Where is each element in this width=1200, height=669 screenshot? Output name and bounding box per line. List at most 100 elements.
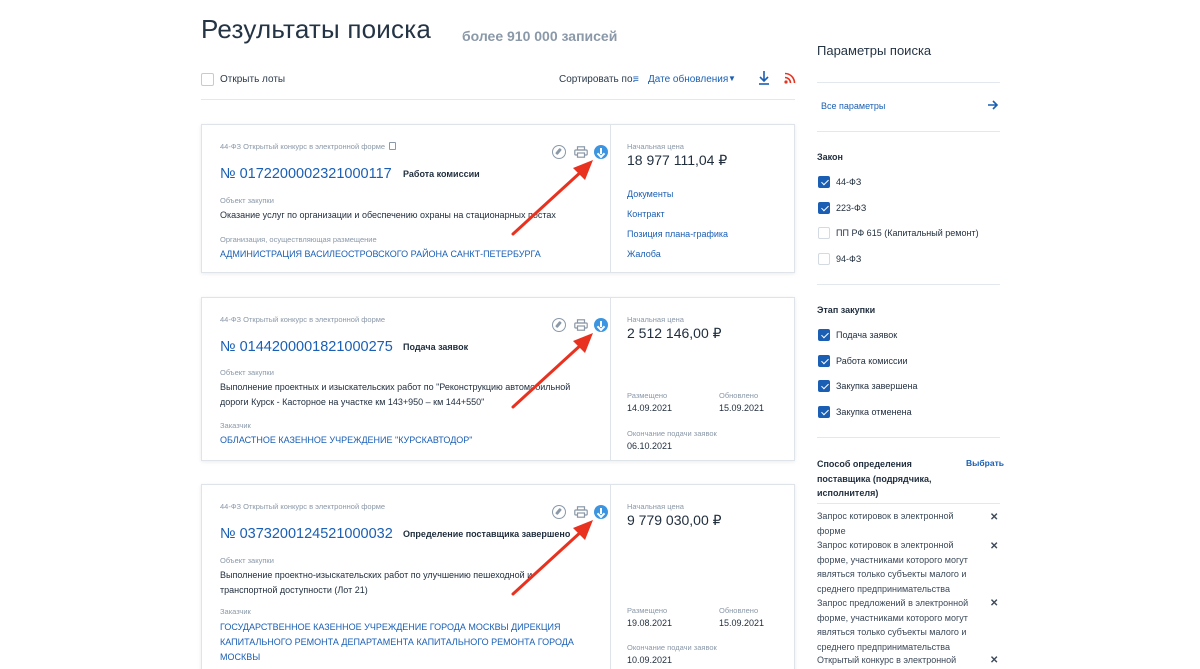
price-label: Начальная цена [627, 315, 684, 324]
results-header: Результаты поиска более 910 000 записей [201, 14, 795, 54]
rss-icon[interactable] [784, 72, 796, 84]
deadline-label: Окончание подачи заявок [627, 643, 717, 652]
print-icon[interactable] [574, 506, 588, 518]
card-law: 44-ФЗ Открытый конкурс в электронной фор… [220, 142, 397, 151]
purchase-object: Выполнение проектных и изыскательских ра… [220, 382, 571, 407]
card-law: 44-ФЗ Открытый конкурс в электронной фор… [220, 502, 386, 511]
open-lots-label[interactable]: Открыть лоты [220, 74, 285, 85]
contract-link[interactable]: Контракт [627, 209, 665, 219]
org-label: Заказчик [220, 607, 251, 616]
stage-commission-label[interactable]: Работа комиссии [836, 356, 908, 366]
law-223-checkbox[interactable] [818, 202, 830, 214]
purchase-number-link[interactable]: № 0172200002321000117 [220, 166, 392, 182]
law-94-label[interactable]: 94-ФЗ [836, 254, 861, 264]
result-card: 44-ФЗ Открытый конкурс в электронной фор… [201, 124, 795, 273]
deadline-label: Окончание подачи заявок [627, 429, 717, 438]
card-law: 44-ФЗ Открытый конкурс в электронной фор… [220, 315, 386, 324]
posted-label: Размещено [627, 606, 668, 615]
method-section-title: Способ определения поставщика (подрядчик… [817, 459, 932, 498]
selected-method: Запрос котировок в электронной форме [817, 511, 954, 536]
compass-icon[interactable] [552, 505, 566, 519]
purchase-object: Оказание услуг по организации и обеспече… [220, 210, 556, 220]
card-actions [552, 318, 610, 336]
initial-price: 9 779 030,00 ₽ [627, 512, 722, 528]
org-label: Организация, осуществляющая размещение [220, 235, 377, 244]
print-icon[interactable] [574, 146, 588, 158]
object-label: Объект закупки [220, 556, 274, 565]
chevron-down-icon[interactable]: ▼ [728, 74, 736, 83]
open-lots-checkbox[interactable] [201, 73, 214, 86]
org-link[interactable]: ОБЛАСТНОЕ КАЗЕННОЕ УЧРЕЖДЕНИЕ "КУРСКАВТО… [220, 433, 590, 448]
law-94-checkbox[interactable] [818, 253, 830, 265]
stage-completed-checkbox[interactable] [818, 380, 830, 392]
selected-method: Открытый конкурс в электронной [817, 655, 957, 665]
deadline-date: 10.09.2021 [627, 655, 673, 665]
price-label: Начальная цена [627, 142, 684, 151]
divider [817, 437, 1000, 438]
org-link[interactable]: ГОСУДАРСТВЕННОЕ КАЗЕННОЕ УЧРЕЖДЕНИЕ ГОРО… [220, 620, 585, 665]
purchase-number-link[interactable]: № 0373200124521000032 [220, 526, 393, 542]
stage-filing-label[interactable]: Подача заявок [836, 330, 897, 340]
selected-method: Запрос котировок в электронной форме, уч… [817, 540, 968, 594]
stage-completed-label[interactable]: Закупка завершена [836, 381, 918, 391]
purchase-object: Выполнение проектно-изыскательских работ… [220, 570, 533, 595]
compass-icon[interactable] [552, 318, 566, 332]
law-section-title: Закон [817, 152, 843, 162]
choose-method-link[interactable]: Выбрать [966, 458, 1004, 468]
divider [817, 131, 1000, 132]
stage-section-title: Этап закупки [817, 305, 876, 315]
object-label: Объект закупки [220, 368, 274, 377]
result-card: 44-ФЗ Открытый конкурс в электронной фор… [201, 484, 795, 669]
posted-date: 14.09.2021 [627, 403, 673, 413]
posted-label: Размещено [627, 391, 668, 400]
print-icon[interactable] [574, 319, 588, 331]
documents-link[interactable]: Документы [627, 189, 673, 199]
arrow-right-icon[interactable] [987, 99, 999, 111]
close-icon[interactable]: ✕ [990, 512, 998, 523]
divider [817, 284, 1000, 285]
download-icon[interactable] [757, 70, 771, 86]
stage-commission-checkbox[interactable] [818, 355, 830, 367]
updated-date: 15.09.2021 [719, 618, 765, 628]
download-circle-icon[interactable] [594, 318, 608, 332]
close-icon[interactable]: ✕ [990, 598, 998, 609]
law-615-checkbox[interactable] [818, 227, 830, 239]
download-circle-icon[interactable] [594, 505, 608, 519]
sort-icon[interactable]: ≡ [633, 74, 639, 85]
stage-cancelled-label[interactable]: Закупка отменена [836, 407, 912, 417]
law-615-label[interactable]: ПП РФ 615 (Капитальный ремонт) [836, 228, 979, 238]
law-44-label[interactable]: 44-ФЗ [836, 177, 861, 187]
updated-label: Обновлено [719, 606, 759, 615]
plan-position-link[interactable]: Позиция плана-графика [627, 229, 728, 239]
sort-label: Сортировать по: [559, 74, 636, 85]
deadline-date: 06.10.2021 [627, 441, 673, 451]
law-44-checkbox[interactable] [818, 176, 830, 188]
purchase-stage: Определение поставщика завершено [403, 529, 571, 539]
purchase-stage: Подача заявок [403, 342, 469, 352]
stage-cancelled-checkbox[interactable] [818, 406, 830, 418]
stage-filing-checkbox[interactable] [818, 329, 830, 341]
selected-method: Запрос предложений в электронной форме, … [817, 598, 969, 652]
org-label: Заказчик [220, 421, 251, 430]
download-circle-icon[interactable] [594, 145, 608, 159]
sidebar-title: Параметры поиска [817, 43, 932, 58]
price-label: Начальная цена [627, 502, 684, 511]
law-223-label[interactable]: 223-ФЗ [836, 203, 866, 213]
divider [817, 82, 1000, 83]
close-icon[interactable]: ✕ [990, 655, 998, 666]
all-params-link[interactable]: Все параметры [821, 101, 885, 111]
posted-date: 19.08.2021 [627, 618, 673, 628]
purchase-number-link[interactable]: № 0144200001821000275 [220, 339, 393, 355]
card-actions [552, 505, 610, 523]
updated-date: 15.09.2021 [719, 403, 765, 413]
compass-icon[interactable] [552, 145, 566, 159]
close-icon[interactable]: ✕ [990, 541, 998, 552]
copy-icon[interactable] [389, 142, 397, 150]
complaint-link[interactable]: Жалоба [627, 249, 661, 259]
sort-select[interactable]: Дате обновления [648, 74, 728, 85]
results-count: более 910 000 записей [462, 28, 618, 44]
page-title: Результаты поиска [201, 14, 432, 44]
org-link[interactable]: АДМИНИСТРАЦИЯ ВАСИЛЕОСТРОВСКОГО РАЙОНА С… [220, 247, 590, 262]
results-toolbar: Открыть лоты Сортировать по: ≡ Дате обно… [201, 68, 796, 100]
initial-price: 2 512 146,00 ₽ [627, 325, 722, 341]
